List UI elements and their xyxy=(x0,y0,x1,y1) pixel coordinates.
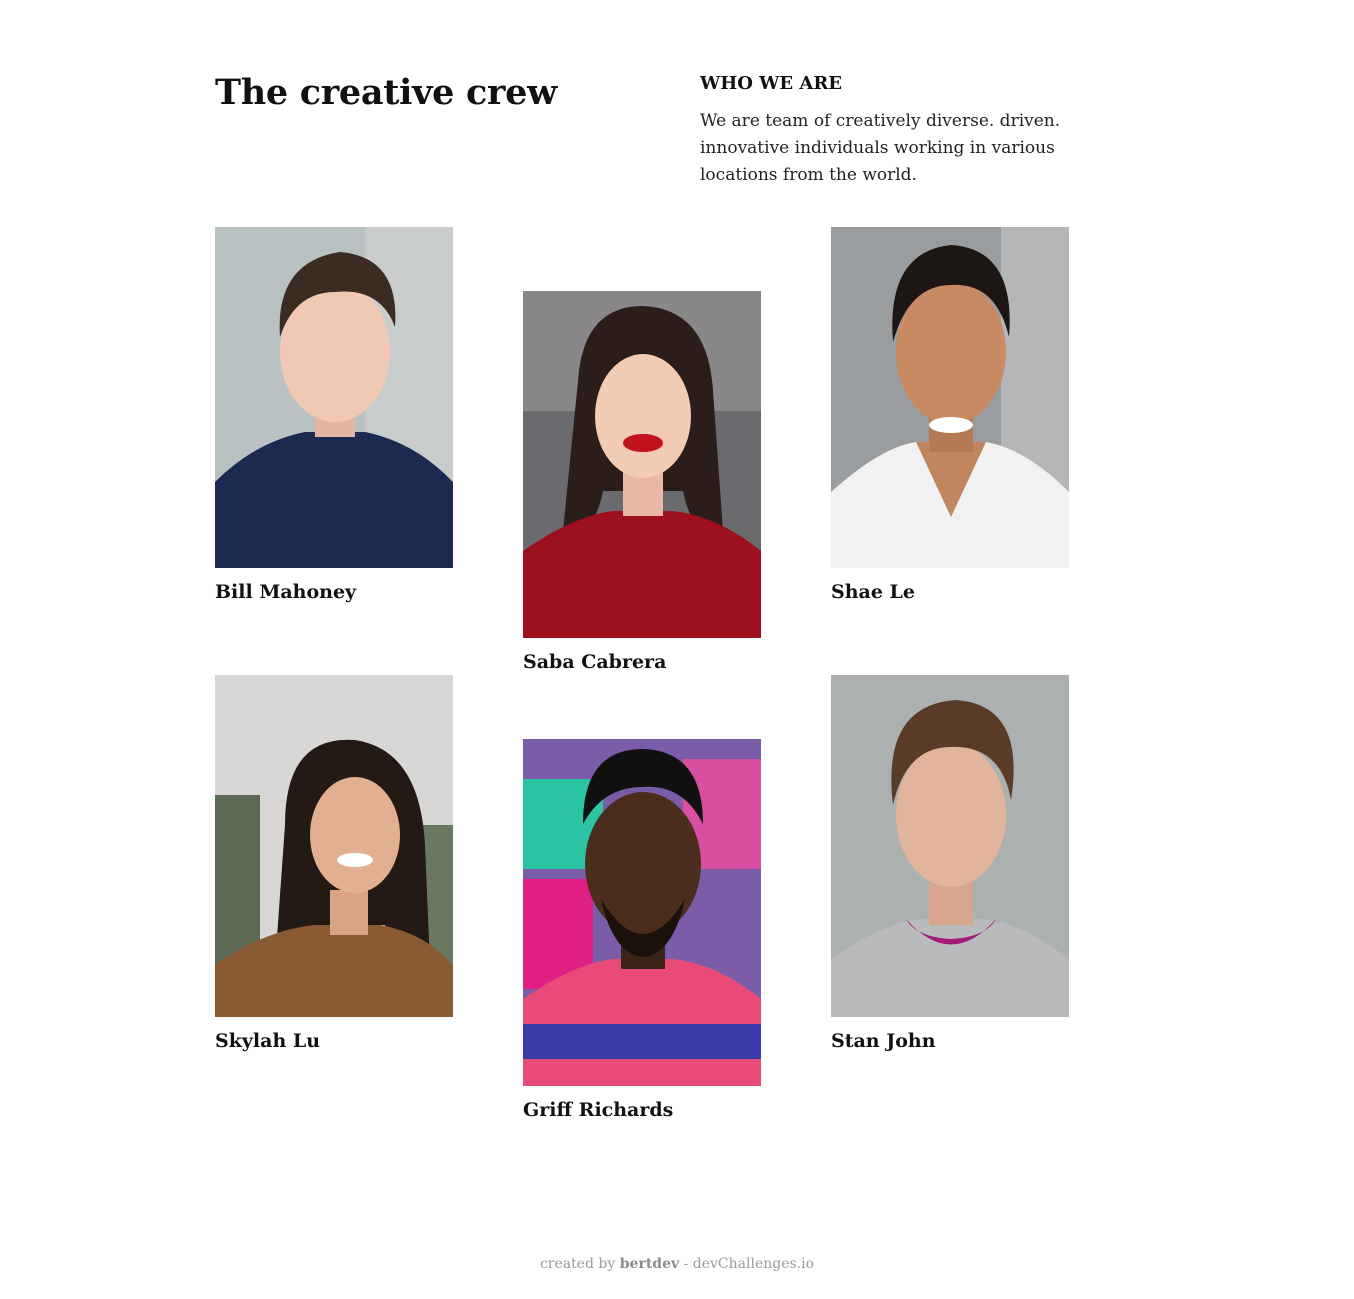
portrait-image xyxy=(831,675,1069,1017)
member-name: Griff Richards xyxy=(523,1099,674,1121)
member-name: Saba Cabrera xyxy=(523,651,667,673)
team-card-saba-cabrera: ART DIRECTOR Saba Cabrera xyxy=(523,291,803,673)
footer-prefix: created by xyxy=(539,1256,616,1272)
portrait-image xyxy=(523,291,761,638)
portrait-image xyxy=(215,675,453,1017)
team-card-shae-le: TECH LEAD Shae Le xyxy=(831,227,1111,603)
member-photo: ART DIRECTOR xyxy=(523,291,761,638)
portrait-image xyxy=(831,227,1069,568)
member-photo: PRODUCT OWNER xyxy=(215,227,453,568)
member-name: Bill Mahoney xyxy=(215,581,357,603)
team-card-bill-mahoney: PRODUCT OWNER Bill Mahoney xyxy=(215,227,495,603)
member-photo: TECH LEAD xyxy=(831,227,1069,568)
about-text: We are team of creatively diverse. drive… xyxy=(700,111,1061,185)
about-section: WHO WE ARE We are team of creatively div… xyxy=(700,72,1100,189)
team-card-skylah-lu: UX DESIGNER Skylah Lu xyxy=(215,675,495,1052)
footer-author-link[interactable]: bertdev xyxy=(620,1256,679,1272)
team-card-griff-richards: DEVELOPER Griff Richards xyxy=(523,739,803,1121)
portrait-image xyxy=(215,227,453,568)
footer: created by bertdev - devChallenges.io xyxy=(0,1256,1354,1272)
member-photo: DEVELOPER xyxy=(831,675,1069,1017)
page-title: The creative crew xyxy=(215,72,557,113)
member-photo: UX DESIGNER xyxy=(215,675,453,1017)
member-name: Shae Le xyxy=(831,581,915,603)
about-heading: WHO WE ARE xyxy=(700,73,843,94)
footer-suffix: - devChallenges.io xyxy=(683,1256,815,1272)
member-photo: DEVELOPER xyxy=(523,739,761,1086)
member-name: Stan John xyxy=(831,1030,936,1052)
portrait-image xyxy=(523,739,761,1086)
member-name: Skylah Lu xyxy=(215,1030,321,1052)
team-card-stan-john: DEVELOPER Stan John xyxy=(831,675,1111,1052)
